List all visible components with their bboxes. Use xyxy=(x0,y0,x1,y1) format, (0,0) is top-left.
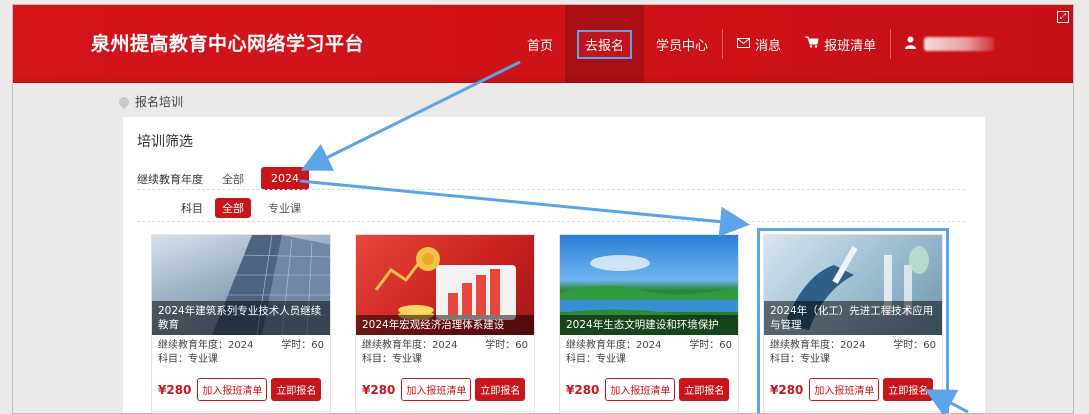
nav-student-center[interactable]: 学员中心 xyxy=(644,5,720,83)
course-image-lab: 2024年（化工）先进工程技术应用与管理 xyxy=(764,235,942,335)
nav-messages[interactable]: 消息 xyxy=(725,5,793,83)
course-year: 继续教育年度：2024 xyxy=(158,340,254,351)
course-title: 2024年（化工）先进工程技术应用与管理 xyxy=(764,301,942,335)
course-hours: 学时：60 xyxy=(893,340,936,351)
add-to-cart-button[interactable]: 加入报班清单 xyxy=(605,378,676,401)
mail-icon xyxy=(737,37,751,52)
nav-enroll[interactable]: 去报名 xyxy=(565,5,645,83)
course-meta: 继续教育年度：2024 学时：60 科目：专业课 xyxy=(152,335,330,367)
course-year: 继续教育年度：2024 xyxy=(770,340,866,351)
filter-title: 培训筛选 xyxy=(137,134,193,150)
divider xyxy=(137,221,965,222)
year-filter-label: 继续教育年度 xyxy=(137,172,203,186)
course-meta: 继续教育年度：2024 学时：60 科目：专业课 xyxy=(560,335,738,367)
course-year: 继续教育年度：2024 xyxy=(362,340,458,351)
course-card[interactable]: 2024年建筑系列专业技术人员继续教育 继续教育年度：2024 学时：60 科目：… xyxy=(151,234,331,412)
nav-divider xyxy=(890,29,892,59)
main-nav: 首页 去报名 学员中心 消息 报班清单 xyxy=(515,5,1006,83)
course-hours: 学时：60 xyxy=(689,340,732,351)
divider xyxy=(137,189,965,190)
enroll-now-button[interactable]: 立即报名 xyxy=(271,378,322,401)
course-image-building: 2024年建筑系列专业技术人员继续教育 xyxy=(152,235,330,335)
course-title: 2024年建筑系列专业技术人员继续教育 xyxy=(152,301,330,335)
course-hours: 学时：60 xyxy=(281,340,324,351)
add-to-cart-button[interactable]: 加入报班清单 xyxy=(809,378,880,401)
course-title: 2024年宏观经济治理体系建设 xyxy=(356,315,534,335)
nav-home-label: 首页 xyxy=(527,38,554,54)
breadcrumb-label: 报名培训 xyxy=(135,95,184,109)
course-price: ¥280 xyxy=(362,382,396,397)
course-title: 2024年生态文明建设和环境保护 xyxy=(560,315,738,335)
enroll-now-button[interactable]: 立即报名 xyxy=(475,378,526,401)
user-name-redacted xyxy=(924,37,995,51)
add-to-cart-button[interactable]: 加入报班清单 xyxy=(401,378,472,401)
nav-cart-label: 报班清单 xyxy=(824,38,877,54)
course-year: 继续教育年度：2024 xyxy=(566,340,662,351)
course-meta: 继续教育年度：2024 学时：60 科目：专业课 xyxy=(356,335,534,367)
enroll-now-button[interactable]: 立即报名 xyxy=(679,378,730,401)
nav-home[interactable]: 首页 xyxy=(515,5,565,83)
course-meta: 继续教育年度：2024 学时：60 科目：专业课 xyxy=(764,335,942,367)
nav-messages-label: 消息 xyxy=(755,38,782,54)
course-actions: ¥280 加入报班清单 立即报名 xyxy=(770,378,936,401)
course-hours: 学时：60 xyxy=(485,340,528,351)
browser-viewport: 泉州提高教育中心网络学习平台 首页 去报名 学员中心 消息 报班清单 ⤢ 报名培… xyxy=(12,4,1074,414)
course-subject: 科目：专业课 xyxy=(566,354,626,365)
subject-filter: 科目 全部 专业课 xyxy=(181,198,318,218)
course-price: ¥280 xyxy=(770,382,804,397)
course-image-economy: 2024年宏观经济治理体系建设 xyxy=(356,235,534,335)
training-panel: 培训筛选 继续教育年度 全部 2024 科目 全部 专业课 2024年建筑系列专… xyxy=(123,117,985,413)
course-price: ¥280 xyxy=(158,382,192,397)
nav-student-center-label: 学员中心 xyxy=(656,38,709,54)
nav-enroll-label: 去报名 xyxy=(577,29,633,59)
course-card[interactable]: 2024年宏观经济治理体系建设 继续教育年度：2024 学时：60 科目：专业课 … xyxy=(355,234,535,412)
course-price: ¥280 xyxy=(566,382,600,397)
nav-divider xyxy=(722,29,724,59)
nav-cart[interactable]: 报班清单 xyxy=(793,5,888,83)
site-title[interactable]: 泉州提高教育中心网络学习平台 xyxy=(91,29,364,56)
location-pin-icon xyxy=(116,94,132,109)
year-option-all[interactable]: 全部 xyxy=(215,169,251,189)
nav-user[interactable] xyxy=(893,5,1006,83)
enroll-now-button[interactable]: 立即报名 xyxy=(883,378,934,401)
course-subject: 科目：专业课 xyxy=(158,354,218,365)
course-actions: ¥280 加入报班清单 立即报名 xyxy=(158,378,324,401)
subject-option-professional[interactable]: 专业课 xyxy=(261,198,308,218)
course-subject: 科目：专业课 xyxy=(770,354,830,365)
cart-icon xyxy=(805,36,819,52)
course-image-landscape: 2024年生态文明建设和环境保护 xyxy=(560,235,738,335)
add-to-cart-button[interactable]: 加入报班清单 xyxy=(197,378,268,401)
course-subject: 科目：专业课 xyxy=(362,354,422,365)
fullscreen-icon[interactable]: ⤢ xyxy=(1057,11,1069,23)
course-card[interactable]: 2024年生态文明建设和环境保护 继续教育年度：2024 学时：60 科目：专业课… xyxy=(559,234,739,412)
course-actions: ¥280 加入报班清单 立即报名 xyxy=(362,378,528,401)
year-filter: 继续教育年度 全部 2024 xyxy=(137,167,319,190)
breadcrumb: 报名培训 xyxy=(116,93,184,110)
site-header: 泉州提高教育中心网络学习平台 首页 去报名 学员中心 消息 报班清单 ⤢ xyxy=(13,5,1073,83)
course-actions: ¥280 加入报班清单 立即报名 xyxy=(566,378,732,401)
subject-filter-label: 科目 xyxy=(181,202,203,215)
year-option-2024[interactable]: 2024 xyxy=(261,167,309,190)
course-card-highlighted[interactable]: 2024年（化工）先进工程技术应用与管理 继续教育年度：2024 学时：60 科目… xyxy=(757,228,949,413)
user-icon xyxy=(905,36,917,53)
subject-option-all[interactable]: 全部 xyxy=(215,198,251,218)
